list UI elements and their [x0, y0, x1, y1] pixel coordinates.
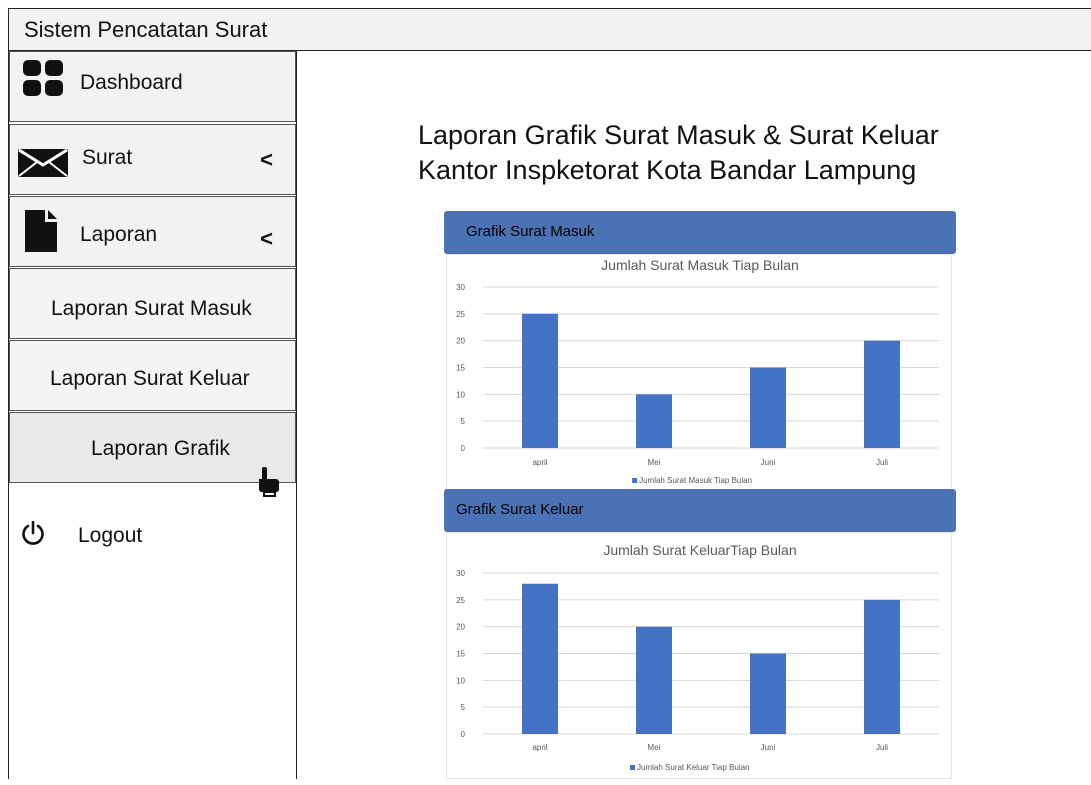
y-tick-label: 15 [456, 364, 465, 373]
y-tick-label: 25 [456, 310, 465, 319]
sidebar-item-label: Laporan [80, 223, 158, 246]
sidebar-item-label: Laporan Surat Keluar [50, 367, 250, 390]
sidebar-item-surat[interactable]: Surat < [9, 124, 296, 195]
chart-surat-masuk: Jumlah Surat Masuk Tiap Bulan 0 5 10 15 20 25 3… [456, 257, 939, 485]
sidebar-item-label: Laporan Grafik [91, 437, 230, 460]
y-tick-label: 10 [456, 676, 465, 685]
chart-container-surat-masuk: Jumlah Surat Masuk Tiap Bulan 0 5 10 15 20 25 3… [446, 254, 952, 490]
legend-swatch [630, 765, 635, 770]
chevron-left-icon: < [260, 226, 273, 251]
y-tick-label: 0 [461, 444, 466, 453]
legend-label: Jumlah Surat Keluar Tiap Bulan [637, 763, 750, 772]
panel-header: Grafik Surat Keluar [444, 489, 956, 532]
panel-header: Grafik Surat Masuk [444, 211, 956, 254]
bar [522, 583, 558, 734]
sidebar-item-laporan-surat-masuk[interactable]: Laporan Surat Masuk [9, 268, 296, 339]
document-icon [25, 210, 57, 252]
bar [864, 340, 900, 448]
sidebar-item-laporan-surat-keluar[interactable]: Laporan Surat Keluar [9, 340, 296, 411]
sidebar-item-laporan[interactable]: Laporan < [9, 196, 296, 267]
x-tick-label: Juni [761, 743, 776, 752]
panel-surat-masuk: Jumlah Surat Masuk Tiap Bulan 0 5 10 15 20 25 3… [444, 211, 956, 490]
sidebar-item-label: Dashboard [80, 71, 183, 94]
chart-container-surat-keluar: Jumlah Surat KeluarTiap Bulan 0 5 10 15 20 25 3… [446, 532, 952, 779]
panel-surat-keluar: Jumlah Surat KeluarTiap Bulan 0 5 10 15 20 25 3… [444, 489, 956, 779]
logout-label: Logout [78, 524, 143, 547]
hand-cursor-icon [259, 467, 279, 497]
bar [522, 313, 558, 448]
dashboard-icon [23, 60, 63, 96]
y-tick-label: 5 [461, 703, 466, 712]
power-icon [22, 521, 44, 545]
page-title-line-2: Kantor Inspketorat Kota Bandar Lampung [418, 155, 917, 185]
bar [864, 599, 900, 734]
x-tick-label: april [532, 458, 547, 467]
sidebar-item-label: Laporan Surat Masuk [51, 297, 252, 320]
y-tick-label: 10 [456, 390, 465, 399]
bar [750, 653, 786, 734]
panel-header-title: Grafik Surat Masuk [466, 223, 595, 240]
page-title: Laporan Grafik Surat Masuk & Surat Kelua… [418, 118, 939, 188]
page-title-line-1: Laporan Grafik Surat Masuk & Surat Kelua… [418, 120, 939, 150]
y-tick-label: 5 [461, 417, 466, 426]
x-tick-label: Juli [876, 458, 888, 467]
y-tick-label: 0 [461, 730, 466, 739]
chart-title: Jumlah Surat KeluarTiap Bulan [603, 542, 796, 558]
x-tick-label: april [532, 743, 547, 752]
x-tick-label: Juli [876, 743, 888, 752]
legend-swatch [632, 478, 638, 483]
y-tick-label: 30 [456, 283, 465, 292]
sidebar: Dashboard Surat < Laporan < Laporan Sura… [9, 51, 297, 779]
chevron-left-icon: < [260, 147, 273, 172]
y-tick-label: 20 [456, 623, 465, 632]
app-titlebar: Sistem Pencatatan Surat [9, 9, 1091, 51]
x-tick-label: Mei [648, 743, 661, 752]
logout-button[interactable]: Logout [9, 511, 296, 567]
x-tick-label: Juni [761, 458, 776, 467]
bar [636, 626, 672, 734]
sidebar-item-dashboard[interactable]: Dashboard [9, 51, 296, 122]
chart-title: Jumlah Surat Masuk Tiap Bulan [601, 257, 799, 273]
legend-label: Jumlah Surat Masuk Tiap Bulan [639, 476, 752, 485]
y-tick-label: 20 [456, 337, 465, 346]
y-tick-label: 15 [456, 650, 465, 659]
chart-surat-keluar: Jumlah Surat KeluarTiap Bulan 0 5 10 15 20 25 3… [456, 542, 939, 772]
sidebar-item-label: Surat [82, 146, 133, 169]
app-title: Sistem Pencatatan Surat [24, 17, 268, 42]
bar [750, 367, 786, 448]
bar [636, 394, 672, 448]
envelope-icon [18, 149, 68, 177]
y-tick-label: 30 [456, 569, 465, 578]
sidebar-item-laporan-grafik[interactable]: Laporan Grafik [9, 412, 296, 497]
x-tick-label: Mei [648, 458, 661, 467]
y-tick-label: 25 [456, 596, 465, 605]
panel-header-title: Grafik Surat Keluar [456, 501, 584, 518]
